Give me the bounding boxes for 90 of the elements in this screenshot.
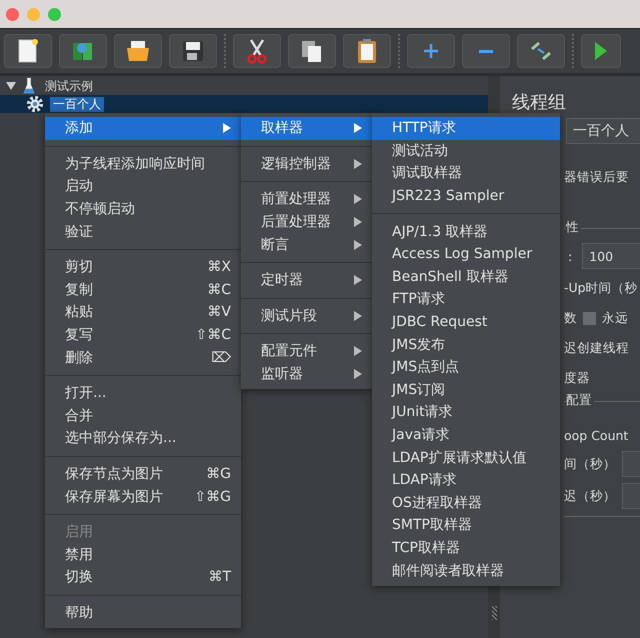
menu-item[interactable]: 取样器 <box>241 117 372 140</box>
name-field[interactable]: 一百个人 <box>566 118 640 144</box>
menu-item[interactable]: 添加 <box>45 117 241 140</box>
tree-item[interactable]: 一百个人 <box>50 96 104 112</box>
save-button[interactable] <box>169 34 217 68</box>
menu-item[interactable]: 调试取样器 <box>372 162 560 185</box>
group-title: 配置 <box>566 392 594 409</box>
scheduler-label: 度器 <box>564 370 590 386</box>
menu-item[interactable]: 不停顿启动 <box>45 198 241 220</box>
menu-item[interactable]: 邮件阅读者取样器 <box>372 559 560 582</box>
delay-create-label: 迟创建线程 <box>564 340 629 356</box>
close-button[interactable] <box>6 8 19 20</box>
menu-item[interactable]: 定时器 <box>241 268 372 292</box>
menu-item[interactable]: 复写 ⇧⌘C <box>45 324 241 346</box>
menu-item[interactable]: OS进程取样器 <box>372 492 560 514</box>
menu-item[interactable]: AJP/1.3 取样器 <box>372 220 560 243</box>
error-action-label: 器错误后要 <box>564 168 629 186</box>
menu-item[interactable]: 复制 ⌘C <box>45 278 241 302</box>
menu-item[interactable]: JMS点到点 <box>372 356 560 379</box>
menu-item[interactable]: HTTP请求 <box>372 117 560 140</box>
paste-button[interactable] <box>343 34 391 68</box>
menu-item[interactable]: 选中部分保存为... <box>45 427 241 450</box>
forever-label: 永远 <box>602 310 628 326</box>
menu-item[interactable]: 后置处理器 <box>241 210 372 234</box>
open-button[interactable] <box>114 34 162 68</box>
splitter-handle[interactable] <box>492 606 497 620</box>
templates-button[interactable] <box>59 34 107 68</box>
menu-item[interactable]: 禁用 <box>45 544 241 566</box>
plus-icon <box>423 43 439 59</box>
menu-item[interactable]: 为子线程添加响应时间 <box>45 152 241 176</box>
document-icon <box>17 38 39 64</box>
new-button[interactable] <box>4 34 52 68</box>
wand-icon <box>529 40 553 62</box>
scissors-icon <box>246 38 268 64</box>
menu-item[interactable]: JMS发布 <box>372 333 560 356</box>
checkbox[interactable] <box>583 312 596 324</box>
loop-label: 数 <box>564 310 577 326</box>
menu-item[interactable]: 切换 ⌘T <box>45 566 241 589</box>
menu-item[interactable]: FTP请求 <box>372 288 560 311</box>
tree-item[interactable]: 测试示例 <box>42 78 96 94</box>
menu-item[interactable]: 前置处理器 <box>241 188 372 211</box>
menu-item[interactable]: Java请求 <box>372 424 560 446</box>
startup-delay-label: 迟（秒） <box>564 488 616 504</box>
menu-item[interactable]: 剪切 ⌘X <box>45 256 241 279</box>
menu-item[interactable]: 验证 <box>45 220 241 243</box>
menu-item[interactable]: BeanShell 取样器 <box>372 266 560 288</box>
menu-item[interactable]: SMTP取样器 <box>372 514 560 537</box>
expand-button[interactable] <box>407 34 455 68</box>
threads-label: : <box>568 248 572 264</box>
menu-item[interactable]: TCP取样器 <box>372 536 560 560</box>
menu-item[interactable]: 打开... <box>45 382 241 405</box>
menu-item[interactable]: 合并 <box>45 404 241 428</box>
menu-item[interactable]: Access Log Sampler <box>372 242 560 266</box>
copy-icon <box>300 39 324 63</box>
minus-icon <box>479 50 493 52</box>
threads-field[interactable]: 100 <box>582 243 640 269</box>
menu-item[interactable]: JSR223 Sampler <box>372 184 560 208</box>
collapse-button[interactable] <box>462 34 510 68</box>
menu-item[interactable]: 测试片段 <box>241 304 372 328</box>
menu-item[interactable]: 启动 <box>45 175 241 198</box>
menu-item[interactable]: 断言 <box>241 233 372 256</box>
menu-item[interactable]: 监听器 <box>241 362 372 386</box>
expand-arrow-icon[interactable] <box>6 81 16 91</box>
menu-item[interactable]: JMS订阅 <box>372 378 560 402</box>
ramp-up-label: -Up时间（秒 <box>564 280 638 296</box>
duration-label: 间（秒） <box>564 456 616 472</box>
menu-item[interactable]: 删除 ⌦ <box>45 346 241 369</box>
gear-icon <box>26 95 44 113</box>
menu-item[interactable]: LDAP请求 <box>372 468 560 492</box>
toggle-button[interactable] <box>517 34 565 68</box>
menu-item[interactable]: 配置元件 <box>241 340 372 363</box>
menu-item[interactable]: JUnit请求 <box>372 401 560 424</box>
menu-item[interactable]: 逻辑控制器 <box>241 152 372 176</box>
menu-item[interactable]: LDAP扩展请求默认值 <box>372 446 560 469</box>
menu-item[interactable]: JDBC Request <box>372 310 560 334</box>
start-button[interactable] <box>581 34 621 68</box>
menu-item[interactable]: 保存屏幕为图片 ⇧⌘G <box>45 485 241 508</box>
menu-item[interactable]: 帮助 <box>45 602 241 624</box>
copy-button[interactable] <box>288 34 336 68</box>
play-icon <box>594 41 608 61</box>
folder-icon <box>125 39 151 63</box>
panel-title: 线程组 <box>511 91 567 115</box>
clipboard-icon <box>356 38 378 64</box>
loop-count-label: oop Count <box>564 428 628 442</box>
menu-item[interactable]: 保存节点为图片 ⌘G <box>45 462 241 486</box>
menu-item[interactable]: 测试活动 <box>372 140 560 162</box>
flask-icon <box>22 77 36 95</box>
menu-item[interactable]: 粘贴 ⌘V <box>45 301 241 324</box>
group-title: 性 <box>566 219 581 236</box>
cut-button[interactable] <box>233 34 281 68</box>
